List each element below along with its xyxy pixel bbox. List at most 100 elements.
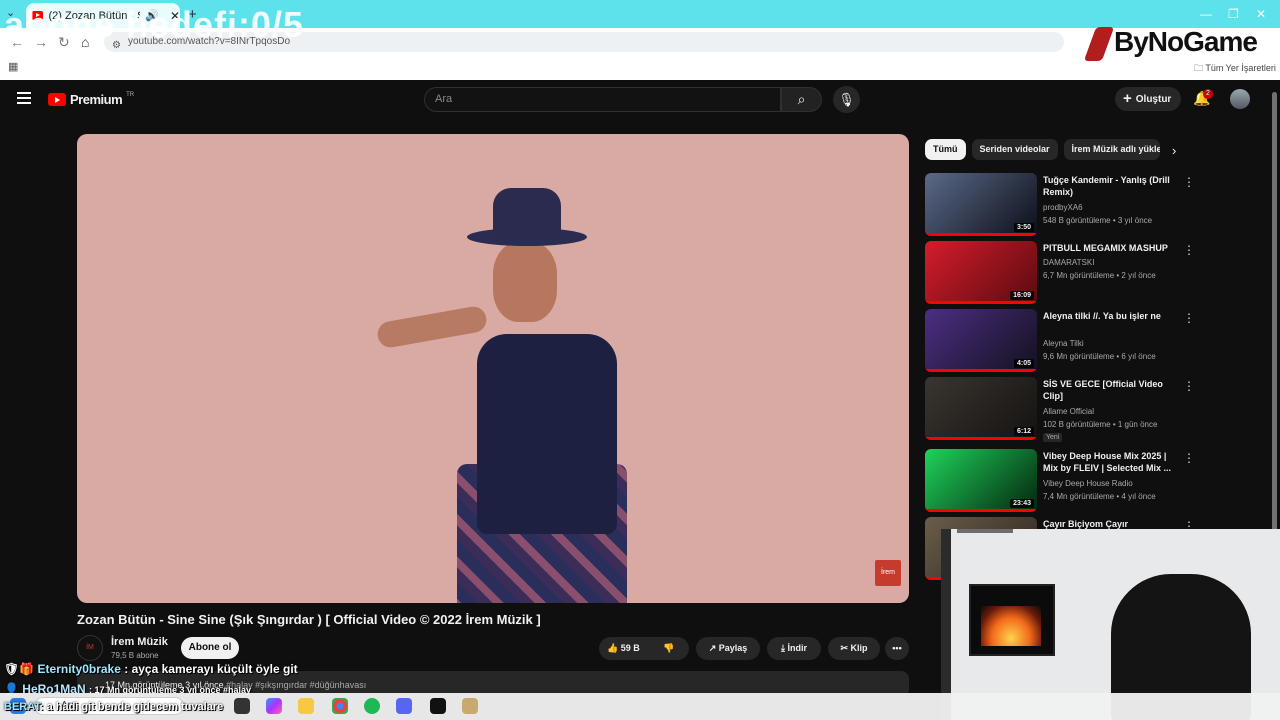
youtube-logo[interactable]: Premium TR [48, 92, 134, 107]
bookmarks-label: Tüm Yer İşaretleri [1205, 63, 1276, 73]
chat-message: BERAT: a hadi git bende gidecem tuvalare [4, 701, 223, 713]
share-label: Paylaş [718, 643, 748, 653]
chip-channel-uploads[interactable]: İrem Müzik adlı yükle [1063, 139, 1160, 160]
video-frame-hat [467, 188, 587, 248]
channel-name[interactable]: İrem Müzik [111, 636, 168, 648]
notification-badge: 2 [1203, 89, 1213, 99]
duration-badge: 4:05 [1013, 359, 1034, 368]
like-button[interactable]: 👍 59 B [607, 643, 640, 653]
plus-icon: + [1123, 90, 1132, 107]
recommendation-meta: 9,6 Mn görüntüleme • 6 yıl önce [1043, 352, 1156, 361]
recommendation-meta: 102 B görüntüleme • 1 gün önce [1043, 420, 1158, 429]
download-button[interactable]: ⤓ İndir [767, 637, 821, 660]
youtube-play-icon [48, 93, 66, 106]
more-vert-icon[interactable]: ⋮ [1183, 175, 1195, 189]
create-button[interactable]: + Oluştur [1115, 87, 1181, 111]
chat-user: BERAT [4, 701, 40, 713]
video-thumbnail[interactable]: 16:09 [925, 241, 1037, 304]
copilot-icon[interactable] [266, 698, 282, 714]
more-vert-icon[interactable]: ⋮ [1183, 243, 1195, 257]
video-frame-person [375, 184, 627, 603]
dislike-button[interactable]: 👎 [663, 637, 674, 660]
video-title: Zozan Bütün - Sine Sine (Şık Şıngırdar )… [77, 612, 541, 627]
logo-region: TR [126, 91, 135, 98]
task-view-icon[interactable] [234, 698, 250, 714]
recommendation-title[interactable]: SİS VE GECE [Official Video Clip] [1043, 378, 1173, 402]
more-vert-icon[interactable]: ⋮ [1183, 451, 1195, 465]
microphone-icon[interactable]: 🎙 [833, 86, 860, 113]
recommendation-channel[interactable]: prodbyXA6 [1043, 203, 1083, 212]
recommendation-channel[interactable]: Vibey Deep House Radio [1043, 479, 1133, 488]
filter-chips: Tümü Seriden videolar İrem Müzik adlı yü… [925, 139, 1160, 160]
recommendation-title[interactable]: Tuğçe Kandemir - Yanlış (Drill Remix) [1043, 174, 1173, 198]
download-label: İndir [787, 643, 808, 653]
video-frame-body [477, 334, 617, 534]
apps-grid-icon[interactable]: ▦ [8, 60, 18, 73]
more-vert-icon[interactable]: ⋮ [1183, 379, 1195, 393]
download-icon: ⤓ [781, 643, 785, 653]
duration-badge: 16:09 [1010, 291, 1034, 300]
recommendation-item[interactable]: 4:05 Aleyna tilki //. Ya bu işler ne Aleyn… [925, 309, 1195, 373]
video-thumbnail[interactable]: 23:43 [925, 449, 1037, 512]
search-input[interactable]: Ara [424, 87, 781, 112]
subscribe-button[interactable]: Abone ol [181, 637, 239, 659]
chat-message: 🛡🎁 Eternity0brake : ayça kamerayı küçült… [4, 662, 298, 676]
recommendation-title[interactable]: Aleyna tilki //. Ya bu işler ne [1043, 310, 1173, 322]
all-bookmarks[interactable]: 🗀 Tüm Yer İşaretleri [1194, 61, 1276, 77]
chat-user: Eternity0brake [37, 662, 121, 676]
watch-progress-bar [925, 369, 1037, 372]
obs-icon[interactable] [430, 698, 446, 714]
chrome-icon[interactable] [332, 698, 348, 714]
recommendation-meta: 7,4 Mn görüntüleme • 4 yıl önce [1043, 492, 1156, 501]
chip-all[interactable]: Tümü [925, 139, 966, 160]
watch-progress-bar [925, 437, 1037, 440]
new-badge: Yeni [1043, 433, 1063, 442]
thumbs-up-icon: 👍 [607, 643, 619, 653]
search-icon[interactable]: ⌕ [781, 87, 822, 112]
like-dislike-group: 👍 59 B 👎 [599, 637, 689, 660]
video-thumbnail[interactable]: 3:50 [925, 173, 1037, 236]
create-label: Oluştur [1135, 94, 1172, 105]
recommendation-item[interactable]: 6:12 SİS VE GECE [Official Video Clip] All… [925, 377, 1195, 442]
recommendation-title[interactable]: Vibey Deep House Mix 2025 | Mix by FLEIV… [1043, 450, 1173, 474]
channel-watermark[interactable]: İrem [875, 560, 901, 586]
clip-button[interactable]: ✂ Klip [828, 637, 880, 660]
chevron-right-icon[interactable]: › [1172, 143, 1176, 158]
file-explorer-icon[interactable] [298, 698, 314, 714]
share-button[interactable]: ↗ Paylaş [696, 637, 760, 660]
recommendation-title[interactable]: PITBULL MEGAMIX MASHUP [1043, 242, 1173, 254]
more-vert-icon[interactable]: ⋮ [1183, 311, 1195, 325]
watch-progress-bar [925, 509, 1037, 512]
recommendation-channel[interactable]: Allame Official [1043, 407, 1094, 416]
recommendation-item[interactable]: 23:43 Vibey Deep House Mix 2025 | Mix by … [925, 449, 1195, 513]
recommendation-channel[interactable]: Aleynа Tilki [1043, 339, 1084, 348]
channel-avatar[interactable]: İM [77, 635, 103, 661]
chip-series[interactable]: Seriden videolar [971, 139, 1058, 160]
more-actions-button[interactable]: ••• [885, 637, 909, 660]
video-player[interactable]: İrem [77, 134, 909, 603]
brand-text: ByNoGame [1114, 26, 1258, 57]
maximize-icon[interactable]: ❐ [1228, 7, 1239, 21]
video-thumbnail[interactable]: 6:12 [925, 377, 1037, 440]
bynogame-logo: ByNoGame [1083, 26, 1258, 61]
minimize-icon[interactable]: — [1200, 7, 1212, 21]
recommendation-item[interactable]: 16:09 PITBULL MEGAMIX MASHUP DAMARATSKI 6,7… [925, 241, 1195, 305]
subscriber-goal-overlay: abone hedefi:0/5 [4, 4, 305, 45]
recommendation-meta: 548 B görüntüleme • 3 yıl önce [1043, 216, 1153, 225]
logo-text: Premium [70, 92, 123, 107]
watch-progress-bar [925, 301, 1037, 304]
recommendation-channel[interactable]: DAMARATSKI [1043, 258, 1094, 267]
duration-badge: 3:50 [1013, 223, 1034, 232]
close-window-icon[interactable]: ✕ [1256, 7, 1266, 21]
video-frame-face [493, 242, 557, 322]
video-frame-arm [375, 304, 489, 350]
menu-icon[interactable] [17, 92, 31, 107]
scissors-icon: ✂ [840, 643, 849, 653]
video-thumbnail[interactable]: 4:05 [925, 309, 1037, 372]
tv-fireplace [969, 584, 1055, 656]
spotify-icon[interactable] [364, 698, 380, 714]
avatar[interactable] [1230, 89, 1250, 109]
league-icon[interactable] [462, 698, 478, 714]
discord-icon[interactable] [396, 698, 412, 714]
recommendation-item[interactable]: 3:50 Tuğçe Kandemir - Yanlış (Drill Remix… [925, 173, 1195, 237]
